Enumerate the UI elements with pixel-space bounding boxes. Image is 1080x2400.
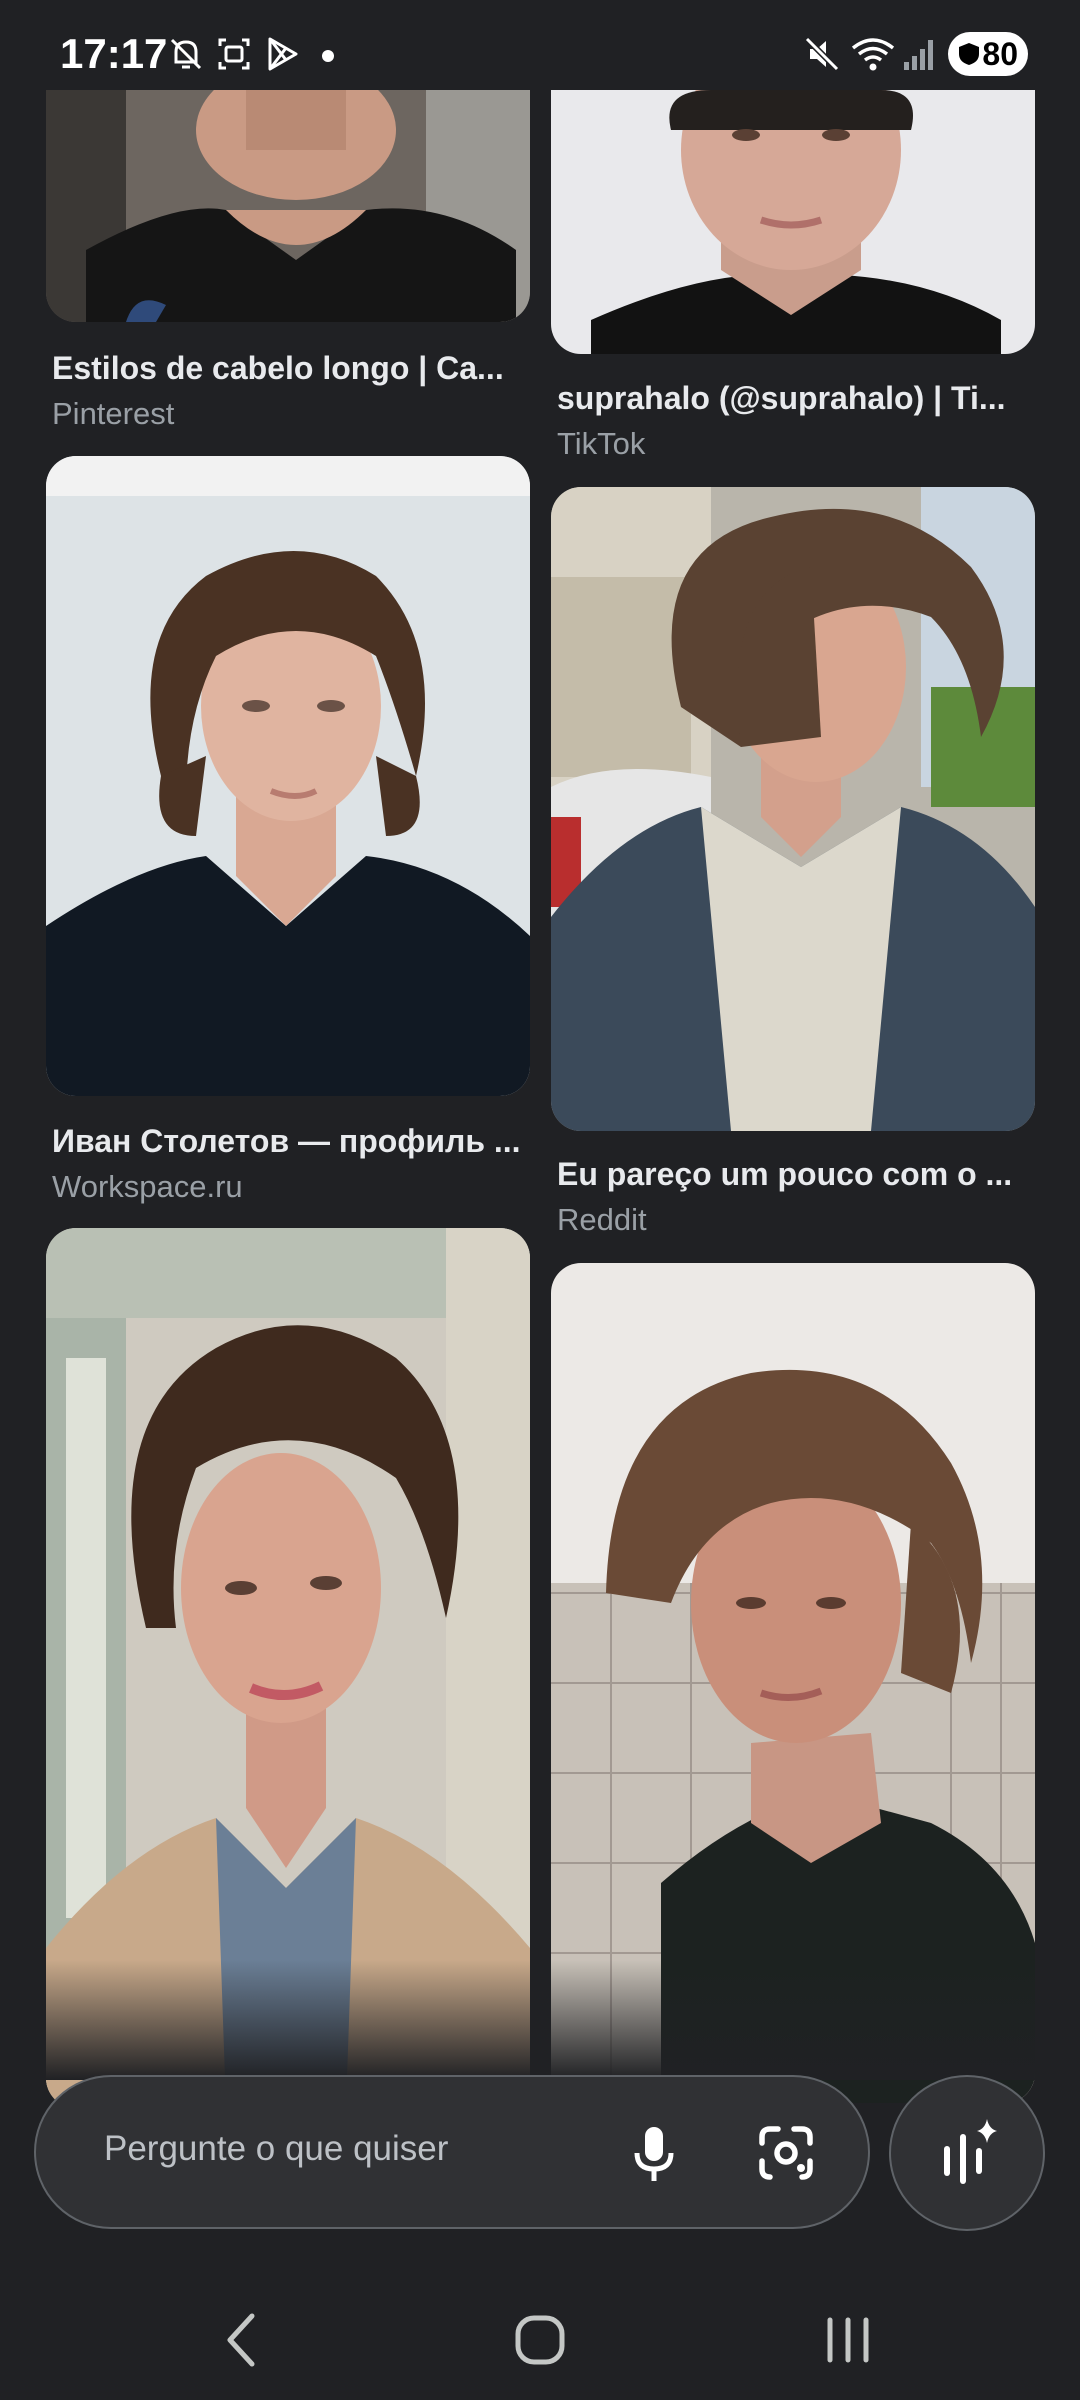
- result-title[interactable]: Eu pareço um pouco com o ...: [557, 1156, 1035, 1193]
- result-source: Reddit: [557, 1202, 647, 1237]
- search-input[interactable]: Pergunte o que quiser: [104, 2129, 448, 2169]
- results-fade: [0, 1960, 1080, 2080]
- result-image[interactable]: [551, 90, 1035, 354]
- microphone-icon[interactable]: [616, 2115, 692, 2191]
- result-image[interactable]: [46, 90, 530, 322]
- result-source: TikTok: [557, 426, 646, 461]
- results-column-left: Estilos de cabelo longo | Ca... Pinteres…: [46, 0, 530, 2108]
- navigation-bar: [0, 2270, 1080, 2400]
- ai-mode-button[interactable]: [889, 2075, 1045, 2231]
- result-source: Pinterest: [52, 396, 175, 431]
- back-icon[interactable]: [202, 2300, 282, 2380]
- result-title[interactable]: Иван Столетов — профиль ...: [52, 1123, 530, 1160]
- recent-apps-icon[interactable]: [808, 2300, 888, 2380]
- result-source: Workspace.ru: [52, 1169, 243, 1204]
- results-column-right: suprahalo (@suprahalo) | Ti... TikTok Eu…: [551, 0, 1035, 2103]
- result-image[interactable]: [551, 487, 1035, 1131]
- search-bar[interactable]: Pergunte o que quiser: [34, 2075, 870, 2229]
- google-lens-icon[interactable]: [748, 2115, 824, 2191]
- ai-sparkle-icon: [944, 2119, 997, 2184]
- result-title[interactable]: Estilos de cabelo longo | Ca...: [52, 350, 530, 387]
- result-image[interactable]: [46, 456, 530, 1096]
- home-icon[interactable]: [500, 2300, 580, 2380]
- result-title[interactable]: suprahalo (@suprahalo) | Ti...: [557, 380, 1035, 417]
